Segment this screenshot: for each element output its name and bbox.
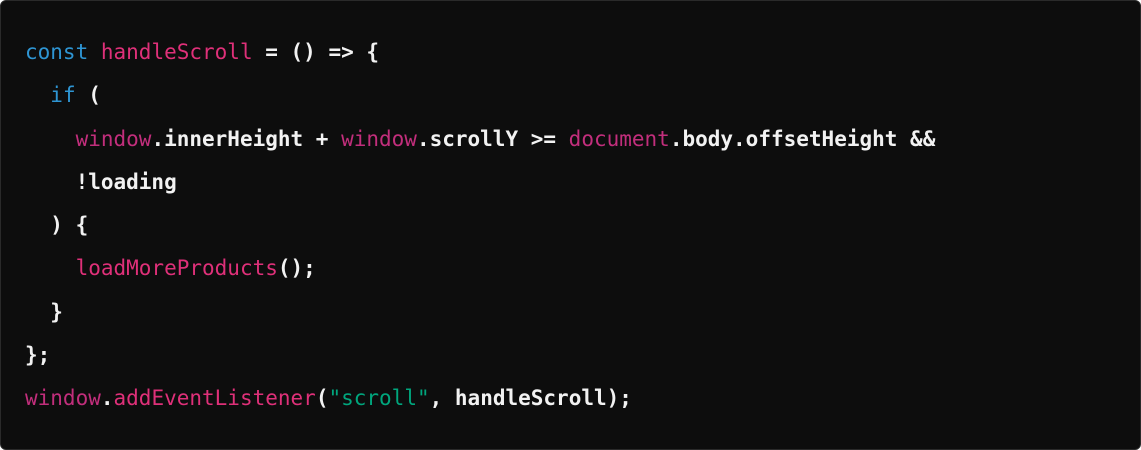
code-token: handleScroll bbox=[100, 40, 253, 64]
code-token: (); bbox=[277, 256, 316, 281]
code-token: .innerHeight + bbox=[151, 126, 342, 151]
code-token: window bbox=[341, 126, 417, 151]
code-token: window bbox=[75, 126, 152, 151]
code-token: , handleScroll); bbox=[429, 386, 632, 411]
code-token: .scrollY >= bbox=[416, 126, 569, 151]
code-token: . bbox=[100, 386, 114, 411]
code-token: "scroll" bbox=[328, 386, 430, 411]
code-block: const handleScroll = () => { if ( window… bbox=[0, 0, 1141, 450]
code-line: if ( bbox=[25, 74, 935, 117]
code-line: window.addEventListener("scroll", handle… bbox=[25, 377, 935, 420]
code-line: const handleScroll = () => { bbox=[25, 31, 935, 74]
code-token: }; bbox=[25, 343, 51, 368]
code-content[interactable]: const handleScroll = () => { if ( window… bbox=[25, 31, 935, 421]
code-token: = () => { bbox=[252, 40, 380, 64]
code-line: window.innerHeight + window.scrollY >= d… bbox=[25, 118, 936, 161]
code-line: } bbox=[25, 291, 935, 334]
code-line: }; bbox=[25, 334, 935, 377]
code-line: !loading bbox=[25, 161, 935, 204]
code-token: !loading bbox=[75, 169, 177, 194]
code-token: addEventListener bbox=[113, 386, 316, 411]
code-token: ( bbox=[315, 386, 329, 411]
code-token: ) { bbox=[50, 213, 89, 238]
code-line: ) { bbox=[25, 204, 935, 247]
code-token: document bbox=[568, 126, 670, 151]
code-line: loadMoreProducts(); bbox=[25, 247, 935, 290]
code-token: const bbox=[25, 40, 89, 64]
code-token: loadMoreProducts bbox=[75, 256, 278, 281]
code-token: .body.offsetHeight && bbox=[669, 126, 936, 151]
code-token: window bbox=[25, 386, 101, 411]
code-token: ( bbox=[75, 83, 101, 108]
code-token: if bbox=[50, 83, 76, 108]
code-token: } bbox=[50, 299, 63, 324]
